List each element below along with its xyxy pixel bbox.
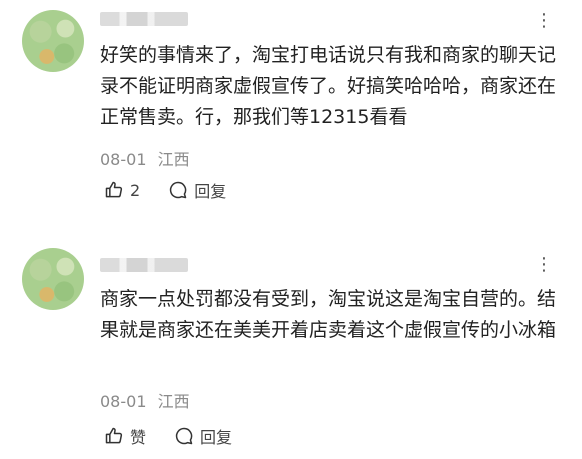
comment-meta: 08-01 江西 (100, 388, 190, 412)
reply-label: 回复 (194, 182, 227, 201)
comment-date: 08-01 (100, 150, 147, 169)
avatar[interactable] (22, 248, 84, 310)
comment-text: 好笑的事情来了，淘宝打电话说只有我和商家的聊天记录不能证明商家虚假宣传了。好搞笑… (100, 44, 557, 128)
reply-button[interactable]: 回复 (174, 424, 232, 448)
comment-actions: 赞 回复 (104, 424, 232, 448)
like-button[interactable]: 2 (104, 180, 140, 200)
more-options-icon[interactable]: ⋮ (535, 254, 554, 275)
like-button[interactable]: 赞 (104, 424, 146, 448)
like-count: 2 (130, 180, 141, 200)
more-options-icon[interactable]: ⋮ (535, 10, 554, 31)
comment-date: 08-01 (100, 392, 147, 411)
reply-label: 回复 (200, 428, 233, 447)
thumbs-up-icon (105, 181, 123, 198)
comment-actions: 2 回复 (104, 178, 226, 202)
username-blurred[interactable] (100, 12, 188, 26)
username-blurred[interactable] (100, 258, 188, 272)
thumbs-up-icon (105, 427, 123, 444)
avatar[interactable] (22, 10, 84, 72)
comment-bubble-icon (175, 427, 193, 445)
comment-meta: 08-01 江西 (100, 146, 190, 170)
comment-text: 商家一点处罚都没有受到，淘宝说这是淘宝自营的。结果就是商家还在美美开着店卖着这个… (100, 288, 557, 341)
reply-button[interactable]: 回复 (168, 178, 226, 202)
comment-location: 江西 (157, 392, 190, 411)
like-label: 赞 (130, 428, 147, 447)
comment-location: 江西 (157, 150, 190, 169)
comment-bubble-icon (170, 181, 187, 199)
